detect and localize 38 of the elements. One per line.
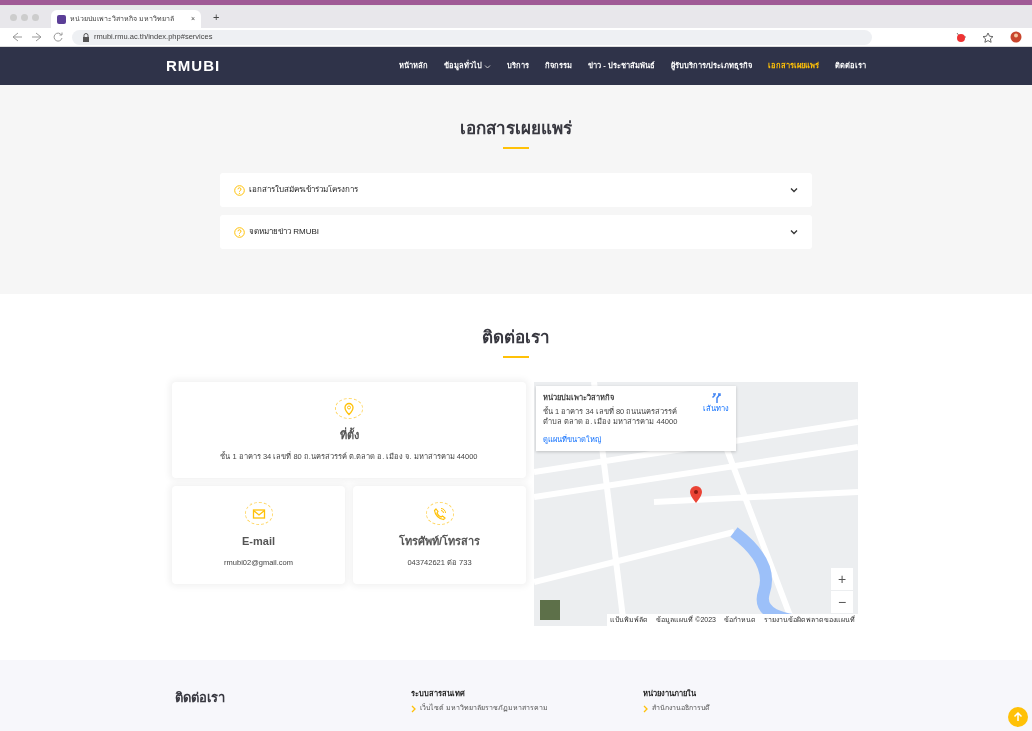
profile-avatar[interactable]: [1010, 31, 1022, 43]
caret-icon: [484, 63, 492, 69]
new-tab-button[interactable]: +: [213, 8, 220, 26]
chevron-icon: [790, 229, 798, 236]
section-title: ติดต่อเรา: [481, 328, 551, 349]
site-logo-text[interactable]: RMUBI: [166, 54, 221, 78]
card-title: ที่ตั้ง: [339, 426, 359, 443]
accordion-header[interactable]: เอกสารใบสมัครเข้าร่วมโครงการ: [220, 173, 812, 208]
title-underline: [503, 356, 529, 359]
forward-icon[interactable]: [31, 31, 44, 43]
satellite-thumbnail[interactable]: [540, 600, 560, 621]
lock-icon: [82, 32, 90, 42]
accordion-header[interactable]: จดหมายข่าว RMUBI: [220, 215, 812, 250]
zoom-in-button[interactable]: +: [831, 568, 853, 591]
favicon-icon: [57, 14, 66, 24]
chevron-icon: [642, 704, 648, 713]
arrow-up-icon: [1013, 711, 1023, 722]
zoom-out-button[interactable]: −: [831, 591, 853, 614]
window-control-dot[interactable]: [32, 13, 39, 21]
star-icon[interactable]: [982, 31, 994, 43]
footer-heading: ติดต่อเรา: [175, 689, 226, 707]
map-pin-icon: [342, 401, 356, 416]
question-icon: [234, 226, 245, 238]
directions-icon: [711, 393, 721, 405]
back-icon[interactable]: [10, 31, 23, 43]
section-title: เอกสารเผยแพร่: [459, 119, 573, 140]
card-title: E-mail: [242, 533, 275, 549]
chevron-icon: [410, 704, 416, 713]
phone-icon: [432, 506, 447, 521]
question-icon: [234, 184, 245, 196]
map-marker-icon: [689, 485, 703, 505]
window-control-dot[interactable]: [10, 13, 17, 21]
envelope-icon: [251, 506, 266, 521]
window-control-dot[interactable]: [21, 13, 28, 21]
reload-icon[interactable]: [52, 31, 64, 43]
card-title: โทรศัพท์/โทรสาร: [398, 533, 481, 549]
title-underline: [503, 147, 529, 150]
chevron-icon: [790, 187, 798, 194]
